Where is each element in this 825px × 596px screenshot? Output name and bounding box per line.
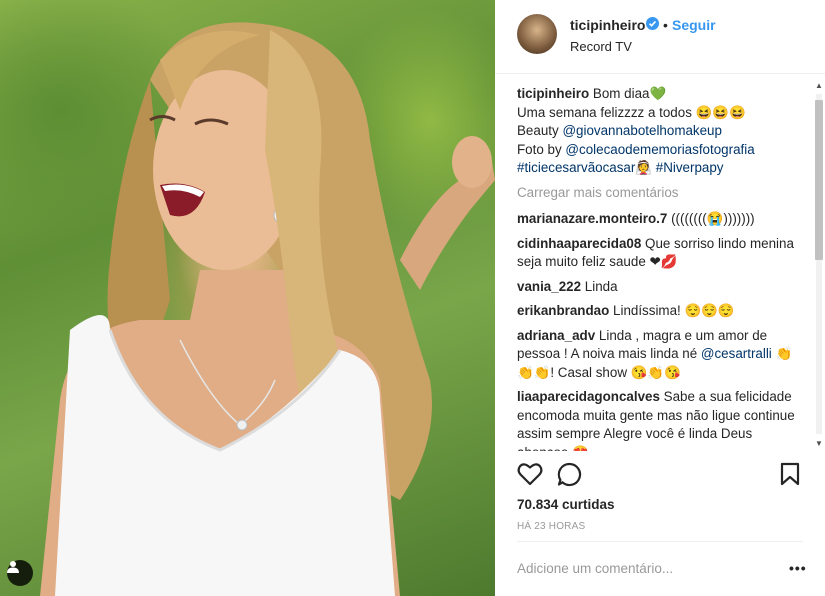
scroll-up-arrow-icon[interactable]: ▲ (813, 80, 825, 92)
caption-line1: Bom diaa (592, 86, 650, 101)
scroll-down-arrow-icon[interactable]: ▼ (813, 438, 825, 450)
add-comment-input[interactable]: Adicione um comentário... (517, 561, 673, 576)
mention-link-makeup[interactable]: @giovannabotelhomakeup (562, 123, 722, 138)
hashtag-link-niver[interactable]: #Niverpapy (656, 160, 724, 175)
post-header: ticipinheiro • Seguir Record TV (495, 0, 825, 74)
hashtag-link-wedding[interactable]: #ticiecesarvãocasar (517, 160, 635, 175)
comment-username[interactable]: erikanbrandao (517, 303, 609, 318)
bride-emoji: 👰 (635, 160, 653, 175)
user-silhouette-icon (7, 561, 19, 573)
comment-item: vania_222 Linda (517, 278, 807, 297)
comments-list[interactable]: ticipinheiro Bom diaa💚 Uma semana felizz… (517, 85, 807, 451)
post-photo[interactable] (0, 0, 495, 596)
tagged-user-icon[interactable] (7, 560, 33, 586)
comment-text: ((((((((😭))))))) (671, 211, 755, 226)
comments-scrollbar[interactable]: ▲ ▼ (813, 80, 825, 450)
comment-item: marianazare.monteiro.7 ((((((((😭))))))) (517, 210, 807, 229)
comment-item: adriana_adv Linda , magra e um amor de p… (517, 327, 807, 383)
caption-username[interactable]: ticipinheiro (517, 86, 589, 101)
comment-text: Linda (584, 278, 618, 294)
header-separator: • (663, 17, 668, 33)
comment-item: liaaparecidagoncalves Sabe a sua felicid… (517, 388, 807, 451)
follow-button[interactable]: Seguir (672, 17, 716, 33)
header-location[interactable]: Record TV (570, 39, 632, 54)
comment-bubble-icon[interactable] (557, 462, 582, 490)
green-heart-emoji: 💚 (649, 86, 667, 101)
comment-username[interactable]: marianazare.monteiro.7 (517, 211, 667, 226)
instagram-post-modal: ticipinheiro • Seguir Record TV ticipinh… (0, 0, 825, 596)
comment-text: Lindíssima! 😌😌😌 (613, 303, 735, 318)
header-username[interactable]: ticipinheiro (570, 17, 645, 33)
caption: ticipinheiro Bom diaa💚 Uma semana felizz… (517, 85, 807, 178)
verified-badge-icon (646, 17, 659, 33)
comment-username[interactable]: adriana_adv (517, 328, 595, 343)
avatar[interactable] (517, 14, 557, 54)
post-details-panel: ticipinheiro • Seguir Record TV ticipinh… (495, 0, 825, 596)
comment-item: erikanbrandao Lindíssima! 😌😌😌 (517, 302, 807, 321)
likes-count[interactable]: 70.834 curtidas (517, 497, 615, 512)
mention-link-photo[interactable]: @colecaodememoriasfotografia (565, 142, 754, 157)
post-actions (517, 462, 807, 488)
caption-line2: Uma semana felizzzz a todos (517, 104, 692, 120)
divider (517, 541, 803, 542)
comment-username[interactable]: vania_222 (517, 279, 581, 294)
comment-item: cidinhaaparecida08 Que sorriso lindo men… (517, 235, 807, 272)
comment-username[interactable]: cidinhaaparecida08 (517, 236, 641, 251)
load-more-comments-button[interactable]: Carregar mais comentários (517, 184, 807, 203)
heart-icon[interactable] (517, 462, 543, 489)
mention-link-cesar[interactable]: @cesartralli (701, 346, 772, 361)
bookmark-icon[interactable] (780, 462, 800, 489)
caption-line3-prefix: Beauty (517, 123, 559, 138)
post-timestamp[interactable]: HÁ 23 HORAS (517, 521, 585, 532)
laughing-emoji: 😆😆😆 (695, 104, 746, 120)
caption-line4-prefix: Foto by (517, 141, 562, 157)
post-photo-illustration (40, 22, 495, 596)
scrollbar-thumb[interactable] (815, 100, 823, 260)
comment-username[interactable]: liaaparecidagoncalves (517, 389, 660, 404)
more-options-icon[interactable]: ••• (789, 560, 807, 576)
